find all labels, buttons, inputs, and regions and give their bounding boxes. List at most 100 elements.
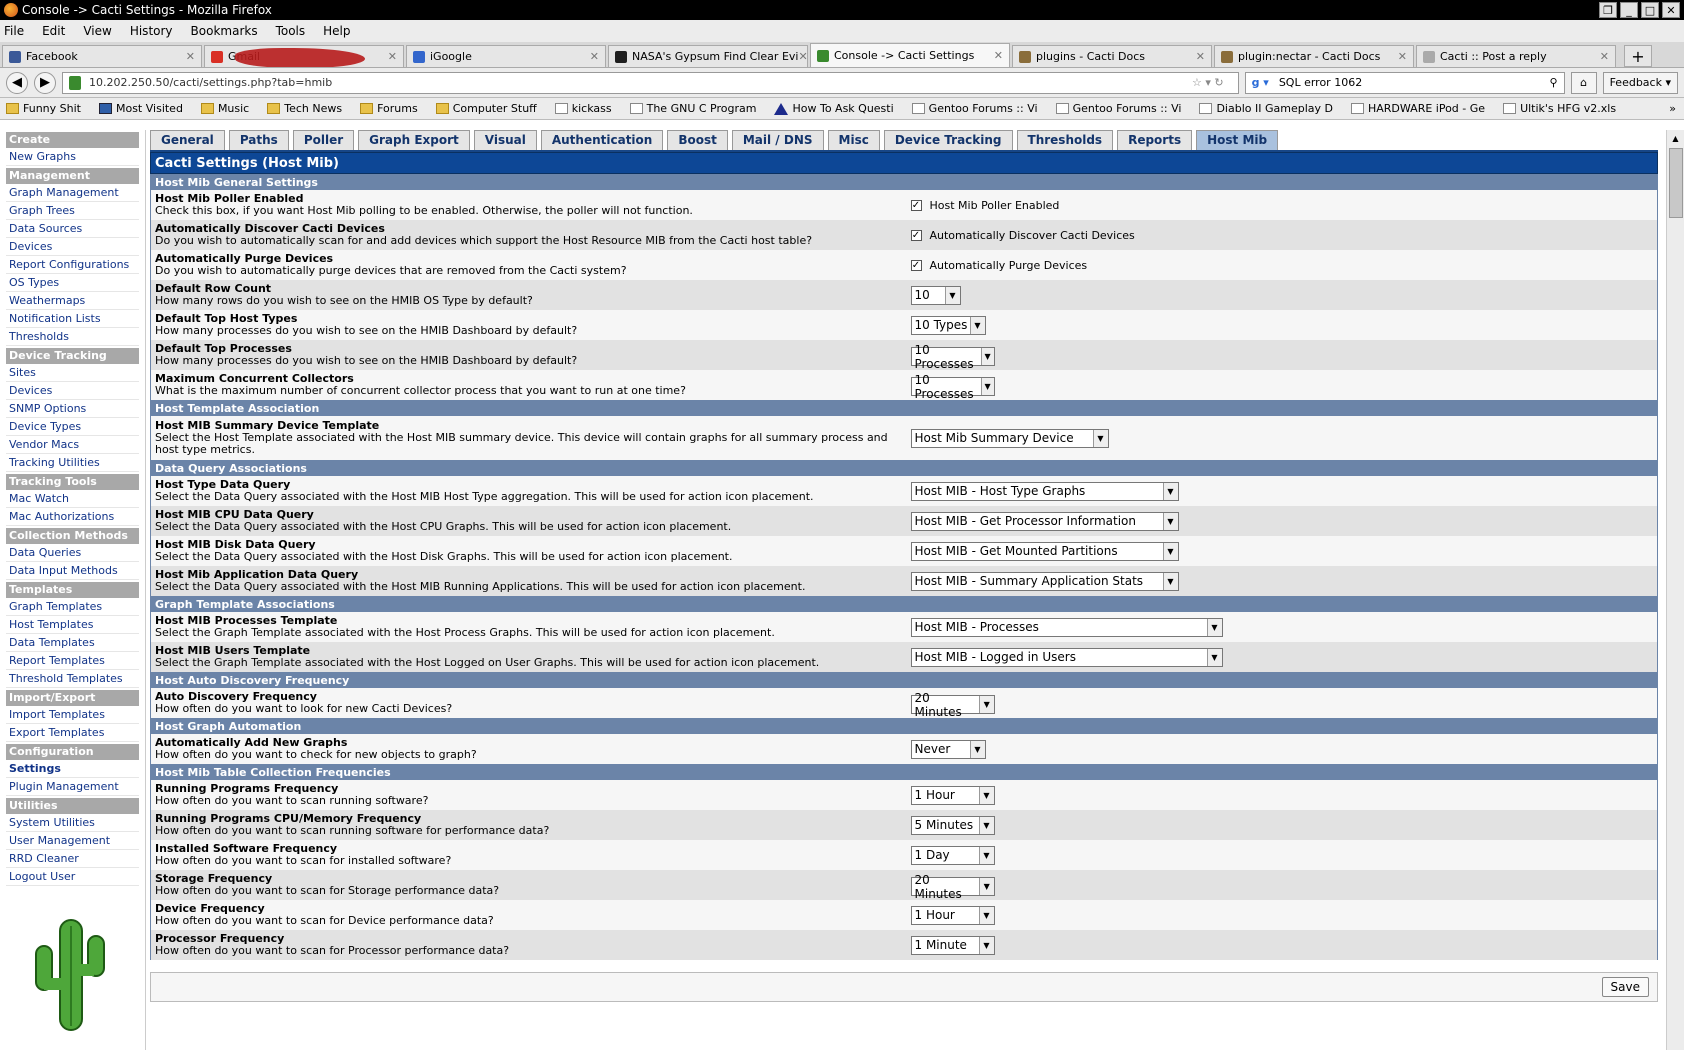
bookmark-diablo-ii-gameplay-d[interactable]: Diablo II Gameplay D [1199, 102, 1333, 115]
minimize-button[interactable]: _ [1620, 2, 1638, 18]
tab-paths[interactable]: Paths [228, 130, 289, 150]
bookmark-hardware-ipod-ge[interactable]: HARDWARE iPod - Ge [1350, 102, 1485, 115]
tab-authentication[interactable]: Authentication [540, 130, 664, 150]
url-bar[interactable]: 10.202.250.50/cacti/settings.php?tab=hmi… [62, 71, 1239, 94]
setting-checkbox-automatically-purge-devices[interactable]: ✓ Automatically Purge Devices [910, 259, 1087, 272]
bookmark-star-icon[interactable]: ☆ ▾ ↻ [1192, 76, 1224, 89]
sidebar-item-os-types[interactable]: OS Types [6, 274, 139, 292]
setting-checkbox-automatically-discover-cacti-devices[interactable]: ✓ Automatically Discover Cacti Devices [910, 229, 1135, 242]
sidebar-item-data-templates[interactable]: Data Templates [6, 634, 139, 652]
bookmark-gentoo-forums-vi[interactable]: Gentoo Forums :: Vi [1055, 102, 1181, 115]
browser-tab-gmail[interactable]: Gmail✕ [204, 45, 404, 67]
select-automatically-add-new-graphs[interactable]: Never ▼ [910, 739, 986, 759]
select-maximum-concurrent-collectors[interactable]: 10 Processes ▼ [910, 373, 995, 401]
sidebar-item-export-templates[interactable]: Export Templates [6, 724, 139, 742]
bookmarks-overflow-icon[interactable]: » [1669, 102, 1676, 115]
select-storage-frequency[interactable]: 20 Minutes ▼ [910, 873, 995, 901]
google-icon[interactable]: g ▾ [1252, 76, 1269, 89]
scroll-thumb[interactable] [1669, 148, 1683, 218]
sidebar-item-devices[interactable]: Devices [6, 238, 139, 256]
tab-close-icon[interactable]: ✕ [590, 50, 599, 63]
chevron-down-icon[interactable]: ▼ [978, 906, 994, 924]
sidebar-item-graph-templates[interactable]: Graph Templates [6, 598, 139, 616]
sidebar-item-logout-user[interactable]: Logout User [6, 868, 139, 886]
sidebar-item-devices[interactable]: Devices [6, 382, 139, 400]
menu-tools[interactable]: Tools [276, 24, 306, 38]
sidebar-item-mac-authorizations[interactable]: Mac Authorizations [6, 508, 139, 526]
sidebar-item-user-management[interactable]: User Management [6, 832, 139, 850]
select-host-mib-disk-data-query[interactable]: Host MIB - Get Mounted Partitions ▼ [910, 541, 1179, 561]
chevron-down-icon[interactable]: ▼ [978, 816, 994, 834]
menu-file[interactable]: File [4, 24, 24, 38]
setting-checkbox-host-mib-poller-enabled[interactable]: ✓ Host Mib Poller Enabled [910, 199, 1059, 212]
chevron-down-icon[interactable]: ▼ [1162, 482, 1178, 500]
tab-close-icon[interactable]: ✕ [186, 50, 195, 63]
tab-close-icon[interactable]: ✕ [1398, 50, 1407, 63]
sidebar-item-system-utilities[interactable]: System Utilities [6, 814, 139, 832]
select-host-mib-users-template[interactable]: Host MIB - Logged in Users ▼ [910, 647, 1223, 667]
chevron-down-icon[interactable]: ▼ [1206, 648, 1222, 666]
sidebar-item-tracking-utilities[interactable]: Tracking Utilities [6, 454, 139, 472]
sidebar-item-graph-management[interactable]: Graph Management [6, 184, 139, 202]
bookmark-forums[interactable]: Forums [360, 102, 418, 115]
tab-mail-dns[interactable]: Mail / DNS [731, 130, 824, 150]
browser-tab-plugins-cacti-docs[interactable]: plugins - Cacti Docs ✕ [1012, 45, 1212, 67]
menu-help[interactable]: Help [323, 24, 350, 38]
search-input[interactable]: g ▾ SQL error 1062 ⚲ [1244, 71, 1565, 94]
bookmark-how-to-ask-questi[interactable]: How To Ask Questi [774, 102, 894, 115]
tab-host-mib[interactable]: Host Mib [1196, 130, 1279, 150]
browser-tab-nasa-s-gypsum-find-clear-evi[interactable]: NASA's Gypsum Find Clear Evi ✕ [608, 45, 808, 67]
menu-edit[interactable]: Edit [42, 24, 65, 38]
sidebar-item-data-sources[interactable]: Data Sources [6, 220, 139, 238]
tab-poller[interactable]: Poller [292, 130, 355, 150]
sidebar-item-data-input-methods[interactable]: Data Input Methods [6, 562, 139, 580]
search-icon[interactable]: ⚲ [1550, 76, 1558, 89]
select-running-programs-cpu-memory-frequency[interactable]: 5 Minutes ▼ [910, 815, 995, 835]
tab-close-icon[interactable]: ✕ [388, 50, 397, 63]
bookmark-ultik-s-hfg-v2-xls[interactable]: Ultik's HFG v2.xls [1503, 102, 1616, 115]
tab-general[interactable]: General [150, 130, 225, 150]
checkbox[interactable]: ✓ [910, 230, 922, 241]
tab-close-icon[interactable]: ✕ [994, 49, 1003, 62]
select-default-top-host-types[interactable]: 10 Types ▼ [910, 315, 986, 335]
chevron-down-icon[interactable]: ▼ [978, 696, 994, 714]
chevron-down-icon[interactable]: ▼ [978, 786, 994, 804]
select-host-mib-cpu-data-query[interactable]: Host MIB - Get Processor Information ▼ [910, 511, 1179, 531]
sidebar-item-device-types[interactable]: Device Types [6, 418, 139, 436]
chevron-down-icon[interactable]: ▼ [978, 846, 994, 864]
chevron-down-icon[interactable]: ▼ [969, 740, 985, 758]
menu-history[interactable]: History [130, 24, 173, 38]
sidebar-item-plugin-management[interactable]: Plugin Management [6, 778, 139, 796]
sidebar-item-sites[interactable]: Sites [6, 364, 139, 382]
sidebar-item-threshold-templates[interactable]: Threshold Templates [6, 670, 139, 688]
chevron-down-icon[interactable]: ▼ [944, 286, 960, 304]
tab-close-icon[interactable]: ✕ [1600, 50, 1609, 63]
back-button[interactable]: ◀ [6, 71, 28, 94]
sidebar-item-thresholds[interactable]: Thresholds [6, 328, 139, 346]
chevron-down-icon[interactable]: ▼ [1162, 572, 1178, 590]
checkbox[interactable]: ✓ [910, 260, 922, 271]
select-installed-software-frequency[interactable]: 1 Day ▼ [910, 845, 995, 865]
feedback-button[interactable]: Feedback ▾ [1602, 71, 1678, 94]
tab-reports[interactable]: Reports [1117, 130, 1193, 150]
forward-button[interactable]: ▶ [34, 71, 56, 94]
page-scrollbar[interactable]: ▲ [1666, 130, 1684, 1050]
tab-misc[interactable]: Misc [827, 130, 880, 150]
tab-boost[interactable]: Boost [667, 130, 728, 150]
menu-view[interactable]: View [83, 24, 111, 38]
bookmark-computer-stuff[interactable]: Computer Stuff [435, 102, 537, 115]
sidebar-item-graph-trees[interactable]: Graph Trees [6, 202, 139, 220]
chevron-down-icon[interactable]: ▼ [980, 378, 994, 396]
chevron-down-icon[interactable]: ▼ [978, 936, 994, 954]
select-host-type-data-query[interactable]: Host MIB - Host Type Graphs ▼ [910, 481, 1179, 501]
sidebar-item-snmp-options[interactable]: SNMP Options [6, 400, 139, 418]
sidebar-item-import-templates[interactable]: Import Templates [6, 706, 139, 724]
browser-tab-igoogle[interactable]: iGoogle ✕ [406, 45, 606, 67]
close-button[interactable]: ✕ [1662, 2, 1680, 18]
chevron-down-icon[interactable]: ▼ [1162, 542, 1178, 560]
browser-tab-facebook[interactable]: Facebook ✕ [2, 45, 202, 67]
browser-tab-plugin-nectar-cacti-docs[interactable]: plugin:nectar - Cacti Docs ✕ [1214, 45, 1414, 67]
sidebar-item-notification-lists[interactable]: Notification Lists [6, 310, 139, 328]
maximize-button[interactable]: □ [1641, 2, 1659, 18]
menu-bookmarks[interactable]: Bookmarks [191, 24, 258, 38]
